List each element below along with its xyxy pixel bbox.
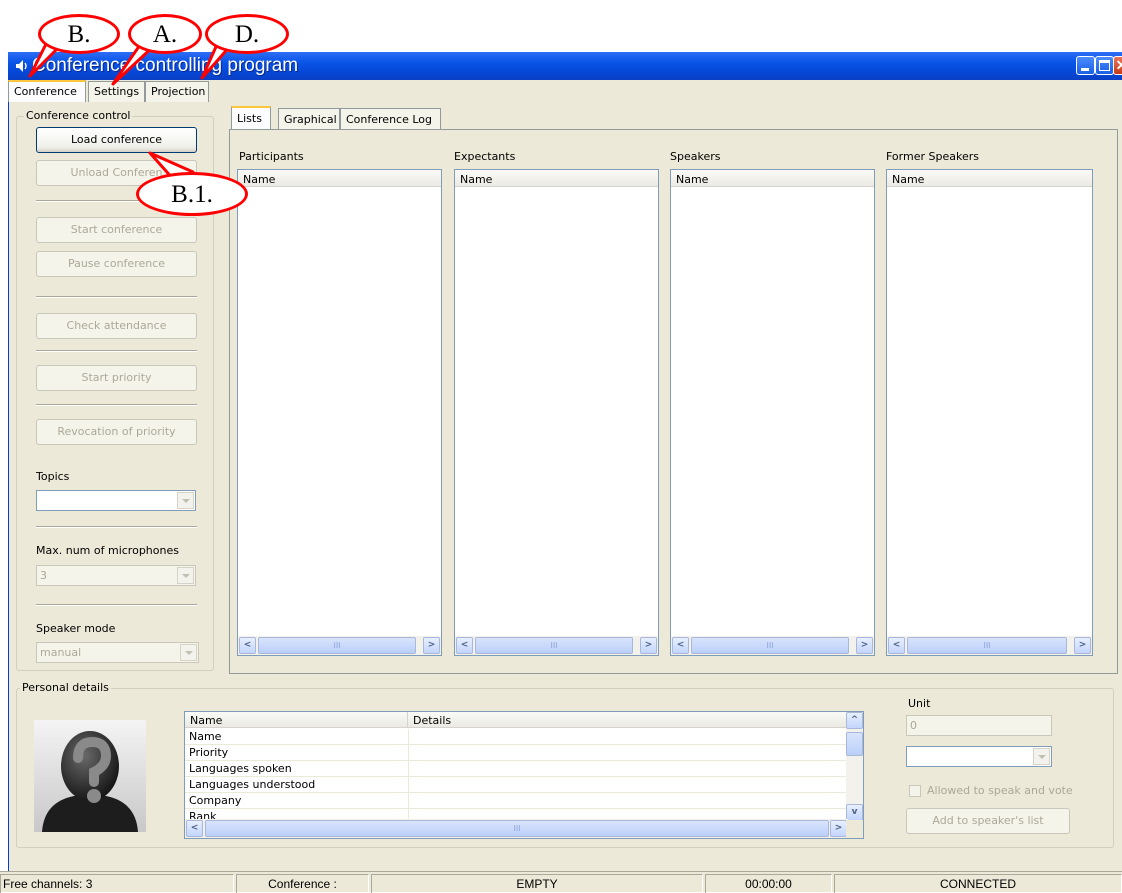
speaker-mode-dropdown[interactable]: manual — [36, 642, 199, 663]
chevron-down-icon — [180, 644, 197, 661]
table-row[interactable]: Languages understood — [185, 777, 848, 793]
allowed-label: Allowed to speak and vote — [927, 784, 1073, 797]
callout-a: A. — [128, 14, 202, 54]
chevron-down-icon — [177, 492, 194, 509]
speaker-mode-label: Speaker mode — [36, 622, 116, 635]
scroll-up-icon[interactable]: ^ — [846, 712, 863, 729]
scroll-thumb[interactable]: III — [258, 637, 416, 654]
max-microphones-label: Max. num of microphones — [36, 544, 179, 557]
scroll-thumb[interactable]: III — [205, 820, 829, 837]
speaker-mode-value: manual — [40, 646, 82, 659]
connection-status: CONNECTED — [834, 874, 1122, 893]
scroll-right-icon[interactable]: > — [830, 820, 847, 837]
callout-d: D. — [205, 14, 289, 54]
participants-list[interactable]: Name < III > — [237, 169, 442, 656]
horizontal-scrollbar[interactable]: < III > — [238, 636, 441, 655]
scroll-left-icon[interactable]: < — [888, 637, 905, 654]
row-label: Languages spoken — [189, 762, 292, 775]
scroll-right-icon[interactable]: > — [423, 637, 440, 654]
revocation-priority-button[interactable]: Revocation of priority — [36, 419, 197, 445]
scroll-thumb[interactable]: III — [691, 637, 849, 654]
scroll-right-icon[interactable]: > — [856, 637, 873, 654]
scroll-thumb[interactable]: III — [475, 637, 633, 654]
personal-details-table[interactable]: Name Details Name Priority Languages spo… — [184, 711, 864, 839]
free-channels-status: Free channels: 3 — [0, 874, 234, 893]
callout-b: B. — [38, 14, 120, 54]
scroll-left-icon[interactable]: < — [456, 637, 473, 654]
separator — [36, 404, 197, 406]
allowed-checkbox[interactable] — [909, 785, 921, 797]
scroll-right-icon[interactable]: > — [1074, 637, 1091, 654]
chevron-down-icon — [1033, 748, 1050, 765]
row-label: Name — [189, 730, 222, 743]
table-row[interactable]: Name — [185, 729, 848, 745]
unit-input[interactable]: 0 — [906, 715, 1052, 736]
avatar-placeholder-icon — [34, 720, 146, 832]
scroll-left-icon[interactable]: < — [239, 637, 256, 654]
scroll-thumb[interactable]: III — [907, 637, 1067, 654]
horizontal-scrollbar[interactable]: < III > — [671, 636, 874, 655]
conference-status-label: Conference : — [236, 874, 369, 893]
status-bar: Free channels: 3 Conference : EMPTY 00:0… — [0, 871, 1122, 893]
max-microphones-dropdown[interactable]: 3 — [36, 565, 196, 586]
unit-value: 0 — [910, 719, 917, 732]
separator — [36, 526, 197, 528]
add-to-speakers-list-button[interactable]: Add to speaker's list — [906, 808, 1070, 834]
speakers-list[interactable]: Name < III > — [670, 169, 875, 656]
topics-label: Topics — [36, 470, 70, 483]
conference-state: EMPTY — [371, 874, 703, 893]
row-label: Languages understood — [189, 778, 316, 791]
start-priority-button[interactable]: Start priority — [36, 365, 197, 391]
table-row[interactable]: Languages spoken — [185, 761, 848, 777]
separator — [36, 604, 197, 606]
horizontal-scrollbar[interactable]: < III > — [185, 819, 848, 838]
callout-b1: B.1. — [136, 172, 248, 216]
scroll-left-icon[interactable]: < — [186, 820, 203, 837]
former-speakers-list[interactable]: Name < III > — [886, 169, 1093, 656]
name-column-header[interactable]: Name — [185, 712, 408, 728]
check-attendance-button[interactable]: Check attendance — [36, 313, 197, 339]
chevron-down-icon — [177, 567, 194, 584]
table-row[interactable]: Company — [185, 793, 848, 809]
row-label: Priority — [189, 746, 229, 759]
start-conference-button[interactable]: Start conference — [36, 217, 197, 243]
scroll-down-icon[interactable]: v — [846, 804, 863, 821]
table-row[interactable]: Priority — [185, 745, 848, 761]
separator — [36, 296, 197, 298]
separator — [36, 350, 197, 352]
details-column-header[interactable]: Details — [408, 712, 848, 728]
unit-dropdown[interactable] — [906, 746, 1052, 767]
topics-dropdown[interactable] — [36, 490, 196, 511]
expectants-list[interactable]: Name < III > — [454, 169, 659, 656]
row-label: Company — [189, 794, 242, 807]
scroll-thumb[interactable] — [846, 732, 863, 756]
personal-details-title: Personal details — [20, 681, 111, 694]
horizontal-scrollbar[interactable]: < III > — [887, 636, 1092, 655]
vertical-scrollbar[interactable]: ^ v — [846, 712, 863, 822]
conference-time: 00:00:00 — [705, 874, 832, 893]
scroll-left-icon[interactable]: < — [672, 637, 689, 654]
scroll-right-icon[interactable]: > — [640, 637, 657, 654]
max-microphones-value: 3 — [40, 569, 47, 582]
pause-conference-button[interactable]: Pause conference — [36, 251, 197, 277]
horizontal-scrollbar[interactable]: < III > — [455, 636, 658, 655]
unit-label: Unit — [908, 697, 931, 710]
